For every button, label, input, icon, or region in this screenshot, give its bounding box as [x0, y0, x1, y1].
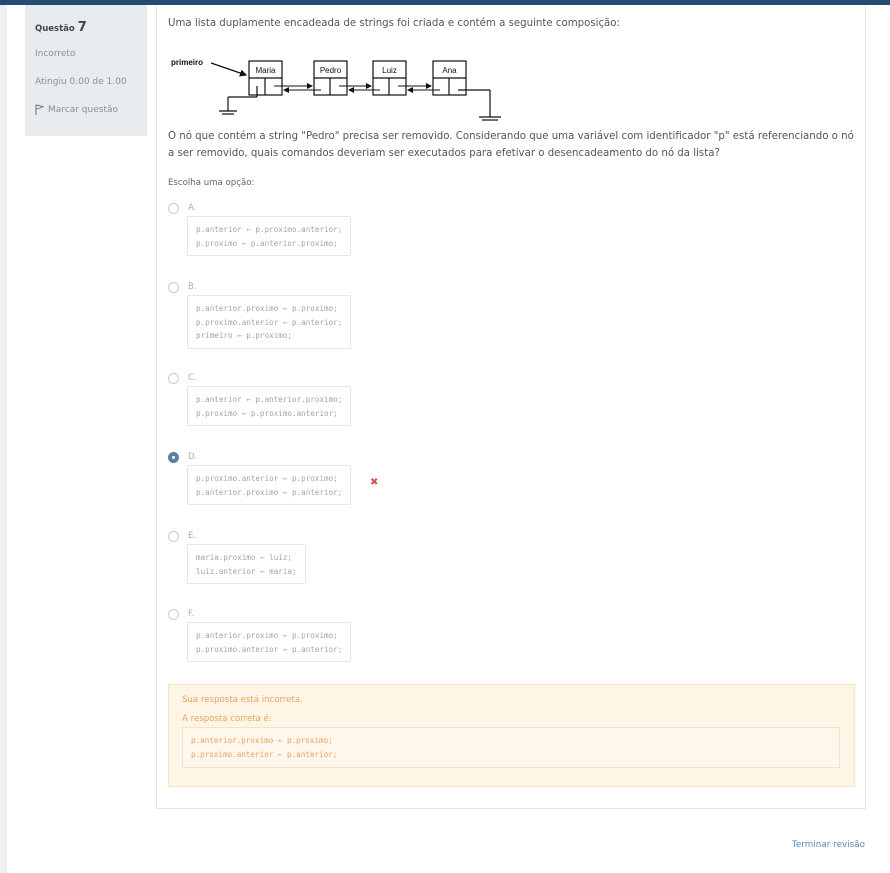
question-state: Incorreto	[35, 49, 76, 59]
feedback-correct-answer: p.anterior.proximo ← p.proximo; p.proxim…	[182, 727, 840, 768]
option-letter: B.	[188, 282, 197, 292]
node-label-pedro: Pedro	[320, 66, 342, 75]
option-code: p.anterior ← p.proximo.anterior; p.proxi…	[187, 216, 352, 256]
radio-option-b[interactable]	[168, 282, 179, 293]
question-label: Questão	[35, 24, 75, 34]
option-code: maria.proximo ← luiz; luiz.anterior ← ma…	[187, 544, 306, 584]
option-letter: F.	[188, 609, 195, 619]
radio-option-a[interactable]	[168, 203, 179, 214]
option-code: p.anterior ← p.anterior.proximo; p.proxi…	[187, 386, 352, 426]
head-pointer-label: primeiro	[171, 58, 203, 67]
option-letter: D.	[188, 452, 198, 462]
question-intro: Uma lista duplamente encadeada de string…	[168, 18, 620, 29]
option-code: p.anterior.proximo ← p.proximo; p.proxim…	[187, 622, 352, 662]
node-maria: Maria	[248, 60, 283, 96]
option-code: p.proximo.anterior ← p.proximo; p.anteri…	[187, 465, 352, 505]
cross-icon: ✖	[370, 477, 379, 488]
feedback-incorrect: Sua resposta está incorreta.	[182, 695, 303, 705]
finish-review-link[interactable]: Terminar revisão	[792, 840, 865, 850]
node-label-luiz: Luiz	[382, 66, 397, 75]
radio-option-e[interactable]	[168, 531, 179, 542]
linked-list-diagram: primeiro Maria Pedro Luiz Ana	[171, 58, 501, 121]
question-grade: Atingiu 0.00 de 1.00	[35, 77, 127, 87]
question-body: O nó que contém a string "Pedro" precisa…	[168, 131, 854, 159]
radio-option-c[interactable]	[168, 373, 179, 384]
node-label-maria: Maria	[255, 66, 276, 75]
question-content: Uma lista duplamente encadeada de string…	[156, 5, 866, 809]
link-arrows	[274, 83, 440, 93]
radio-option-d[interactable]	[168, 452, 179, 463]
option-letter: E.	[188, 531, 197, 541]
question-info-panel: Questão 7 Incorreto Atingiu 0.00 de 1.00…	[25, 5, 147, 136]
flag-icon	[35, 104, 44, 115]
flag-question-link[interactable]: Marcar questão	[35, 104, 118, 115]
feedback-box: Sua resposta está incorreta. A resposta …	[168, 684, 855, 787]
option-letter: A.	[188, 203, 197, 213]
option-letter: C.	[188, 373, 197, 383]
feedback-correct-intro: A resposta correta é:	[182, 714, 272, 724]
option-code: p.anterior.proximo ← p.proximo; p.proxim…	[187, 295, 352, 349]
radio-option-f[interactable]	[168, 609, 179, 620]
flag-question-label: Marcar questão	[48, 104, 119, 115]
node-label-ana: Ana	[442, 66, 457, 75]
question-number: Questão 7	[35, 20, 87, 35]
head-pointer-arrow	[210, 62, 248, 77]
question-number-value: 7	[77, 20, 87, 35]
choose-option-prompt: Escolha uma opção:	[168, 178, 255, 188]
